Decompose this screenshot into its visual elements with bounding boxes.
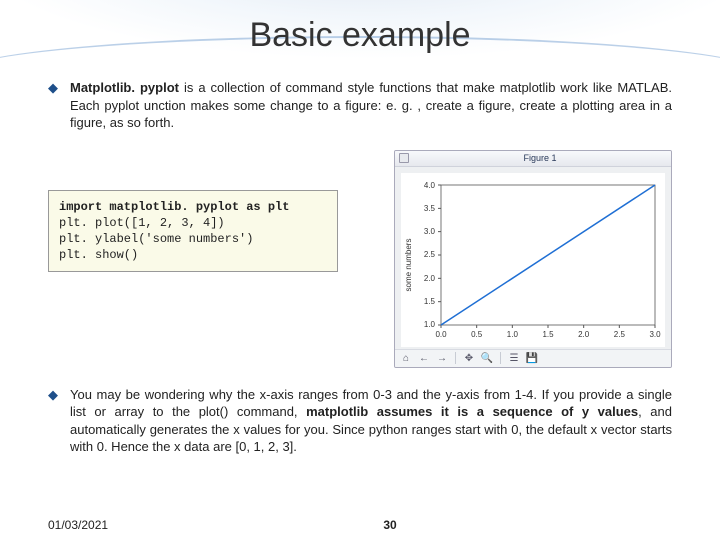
zoom-icon[interactable]: 🔍 [480,351,494,365]
figure-toolbar: ⌂ ← → ✥ 🔍 ☰ 💾 [395,349,671,367]
toolbar-separator [500,352,501,364]
plot-ylabel: some numbers [404,238,413,291]
footer-page-number: 30 [108,518,672,532]
figure-titlebar: Figure 1 [395,151,671,167]
svg-text:0.5: 0.5 [471,330,483,339]
bullet-2: ◆ You may be wondering why the x-axis ra… [48,386,672,456]
code-block: import matplotlib. pyplot as plt plt. pl… [48,190,338,273]
svg-text:2.0: 2.0 [424,274,436,283]
bullet-1: ◆ Matplotlib. pyplot is a collection of … [48,79,672,132]
slide-title: Basic example [0,0,720,55]
svg-text:1.5: 1.5 [542,330,554,339]
svg-text:3.5: 3.5 [424,204,436,213]
x-ticks: 0.0 0.5 1.0 1.5 2.0 2.5 3.0 [435,325,661,339]
code-line-3: plt. ylabel('some numbers') [59,232,253,246]
configure-icon[interactable]: ☰ [507,351,521,365]
bullet-1-text: Matplotlib. pyplot is a collection of co… [70,79,672,132]
mid-row: import matplotlib. pyplot as plt plt. pl… [48,150,672,368]
code-line-2: plt. plot([1, 2, 3, 4]) [59,216,225,230]
forward-icon[interactable]: → [435,351,449,365]
back-icon[interactable]: ← [417,351,431,365]
svg-text:2.5: 2.5 [614,330,626,339]
code-line-4: plt. show() [59,248,138,262]
home-icon[interactable]: ⌂ [399,351,413,365]
line-plot: some numbers 1.0 1.5 2.0 2.5 3.0 3.5 4.0 [403,177,663,345]
svg-text:4.0: 4.0 [424,181,436,190]
bullet-1-lead: Matplotlib. pyplot [70,80,184,95]
svg-text:2.5: 2.5 [424,250,436,259]
bullet-icon: ◆ [48,386,70,456]
svg-text:2.0: 2.0 [578,330,590,339]
toolbar-separator [455,352,456,364]
footer-date: 01/03/2021 [48,518,108,532]
svg-text:3.0: 3.0 [424,227,436,236]
code-line-1: import matplotlib. pyplot as plt [59,200,289,214]
svg-text:0.0: 0.0 [435,330,447,339]
bullet-icon: ◆ [48,79,70,132]
y-ticks: 1.0 1.5 2.0 2.5 3.0 3.5 4.0 [424,181,441,329]
window-icon [399,153,409,163]
bullet-2-part-b: matplotlib assumes it is a sequence of y… [306,404,638,419]
pan-icon[interactable]: ✥ [462,351,476,365]
matplotlib-figure-window: Figure 1 some numbers 1.0 1.5 2.0 2.5 3.… [394,150,672,368]
svg-text:1.5: 1.5 [424,297,436,306]
slide-footer: 01/03/2021 30 [0,518,720,532]
svg-text:3.0: 3.0 [649,330,661,339]
figure-window-title: Figure 1 [413,153,667,163]
bullet-2-text: You may be wondering why the x-axis rang… [70,386,672,456]
figure-plot-area: some numbers 1.0 1.5 2.0 2.5 3.0 3.5 4.0 [401,173,665,347]
save-icon[interactable]: 💾 [525,351,539,365]
svg-text:1.0: 1.0 [507,330,519,339]
svg-text:1.0: 1.0 [424,320,436,329]
slide-content: ◆ Matplotlib. pyplot is a collection of … [0,55,720,456]
